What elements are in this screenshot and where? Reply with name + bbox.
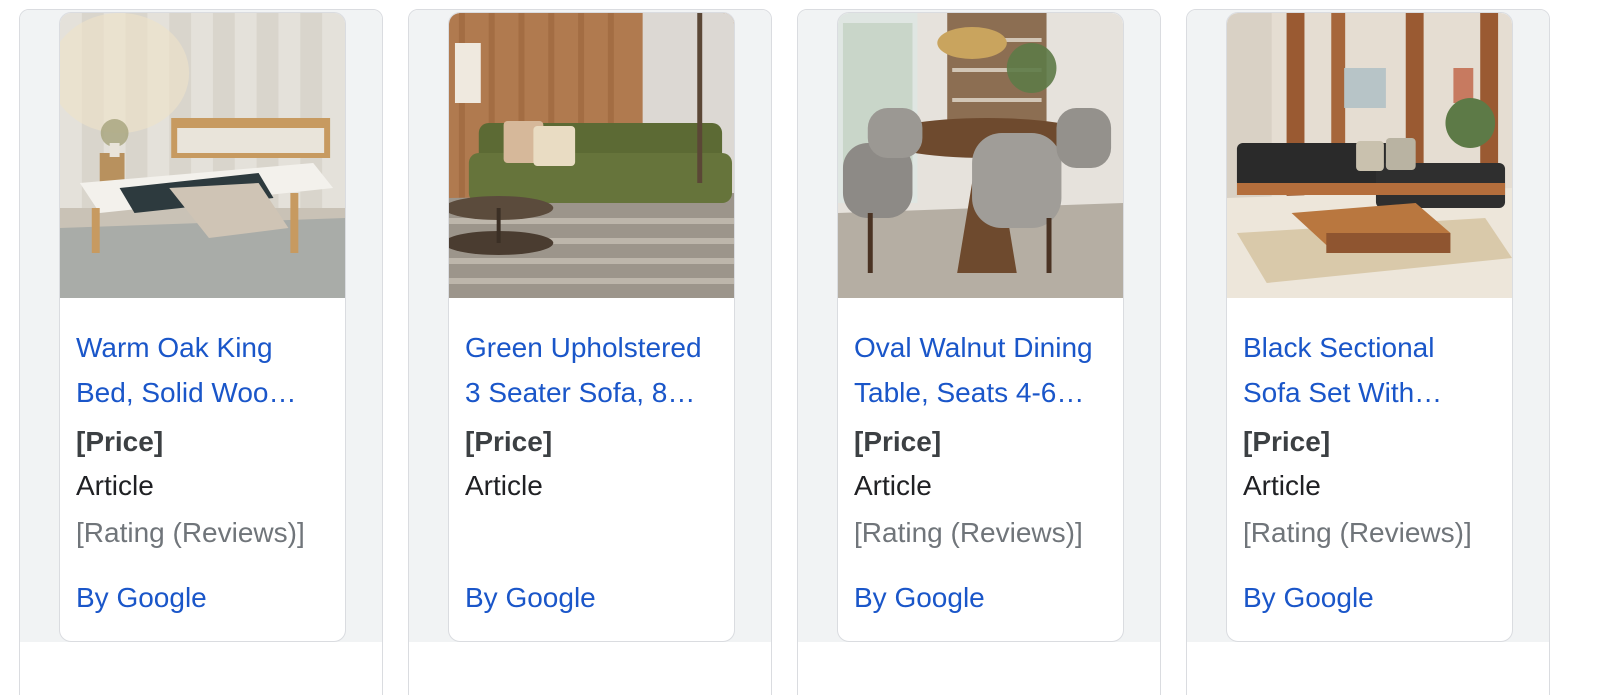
product-source: Article [1243,470,1321,501]
product-price: [Price] [465,426,553,457]
product-column: Warm Oak King Bed, Solid Woo… [Price] Ar… [19,9,383,695]
by-google-link[interactable]: By Google [76,580,207,616]
product-card[interactable]: Green Upholstered 3 Seater Sofa, 8… [Pri… [448,12,735,642]
product-card[interactable]: Warm Oak King Bed, Solid Woo… [Price] Ar… [59,12,346,642]
by-google-link[interactable]: By Google [465,580,596,616]
green-sofa-photo[interactable] [449,13,734,298]
product-card[interactable]: Black Sectional Sofa Set With… [Price] A… [1226,12,1513,642]
product-price: [Price] [854,426,942,457]
dining-table-photo[interactable] [838,13,1123,298]
product-price: [Price] [1243,426,1331,457]
product-column: Oval Walnut Dining Table, Seats 4-6… [Pr… [797,9,1161,695]
product-rating: [Rating (Reviews)] [1243,517,1472,548]
product-column: Green Upholstered 3 Seater Sofa, 8… [Pri… [408,9,772,695]
product-carousel: Warm Oak King Bed, Solid Woo… [Price] Ar… [0,0,1600,695]
product-source: Article [76,470,154,501]
sectional-sofa-photo[interactable] [1227,13,1512,298]
product-rating: [Rating (Reviews)] [76,517,305,548]
product-rating [465,515,718,551]
product-column: Black Sectional Sofa Set With… [Price] A… [1186,9,1550,695]
product-source: Article [854,470,932,501]
by-google-link[interactable]: By Google [1243,580,1374,616]
product-source: Article [465,470,543,501]
product-price: [Price] [76,426,164,457]
product-card[interactable]: Oval Walnut Dining Table, Seats 4-6… [Pr… [837,12,1124,642]
product-title[interactable]: Green Upholstered 3 Seater Sofa, 8… [465,325,718,415]
oak-bed-photo[interactable] [60,13,345,298]
product-title[interactable]: Oval Walnut Dining Table, Seats 4-6… [854,325,1107,415]
product-title[interactable]: Black Sectional Sofa Set With… [1243,325,1496,415]
product-rating: [Rating (Reviews)] [854,517,1083,548]
product-title[interactable]: Warm Oak King Bed, Solid Woo… [76,325,329,415]
by-google-link[interactable]: By Google [854,580,985,616]
